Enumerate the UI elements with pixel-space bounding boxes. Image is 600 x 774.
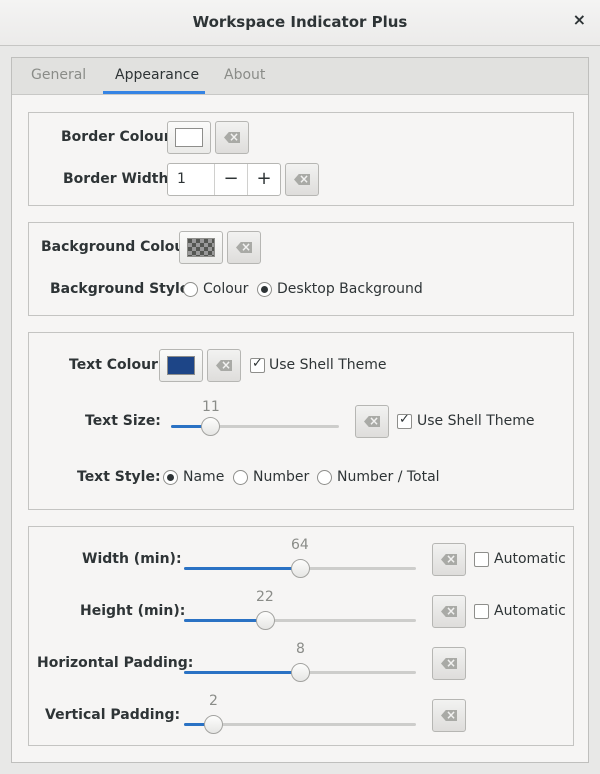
- dimensions-frame: Width (min): 64 Automatic Height (min): …: [28, 526, 574, 746]
- text-style-number-radio[interactable]: [233, 470, 248, 485]
- width-min-slider[interactable]: [184, 557, 416, 581]
- background-style-label: Background Style:: [50, 281, 195, 297]
- tab-appearance[interactable]: Appearance: [115, 67, 199, 83]
- border-width-value[interactable]: 1: [177, 171, 186, 187]
- text-style-number-total-label[interactable]: Number / Total: [337, 469, 440, 485]
- border-width-decrement-button[interactable]: −: [214, 164, 247, 195]
- height-min-value: 22: [256, 589, 274, 605]
- border-settings-frame: Border Colour: Border Width: 1 − +: [28, 112, 574, 206]
- border-colour-clear-button[interactable]: [215, 121, 249, 154]
- text-style-label: Text Style:: [77, 469, 161, 485]
- text-colour-clear-button[interactable]: [207, 349, 241, 382]
- close-icon[interactable]: ×: [573, 10, 586, 29]
- text-colour-button[interactable]: [159, 349, 203, 382]
- width-min-value: 64: [291, 537, 309, 553]
- tab-general[interactable]: General: [31, 67, 86, 83]
- horizontal-padding-slider[interactable]: [184, 661, 416, 685]
- height-min-label: Height (min):: [80, 603, 186, 619]
- border-colour-button[interactable]: [167, 121, 211, 154]
- tab-about[interactable]: About: [224, 67, 265, 83]
- border-colour-swatch: [175, 128, 203, 147]
- text-size-shell-theme-checkbox[interactable]: [397, 412, 412, 429]
- background-style-colour-radio[interactable]: [183, 282, 198, 297]
- width-automatic-label[interactable]: Automatic: [494, 551, 566, 567]
- text-colour-shell-theme-checkbox[interactable]: [250, 356, 265, 373]
- border-width-clear-button[interactable]: [285, 163, 319, 196]
- background-settings-frame: Background Colour: Background Style: Col…: [28, 222, 574, 316]
- text-size-label: Text Size:: [85, 413, 161, 429]
- edit-clear-icon: [441, 606, 457, 617]
- border-colour-label: Border Colour:: [61, 129, 177, 145]
- slider-handle[interactable]: [291, 559, 310, 578]
- vertical-padding-slider[interactable]: [184, 713, 416, 737]
- text-style-number-label[interactable]: Number: [253, 469, 309, 485]
- background-style-desktop-radio[interactable]: [257, 282, 272, 297]
- height-min-clear-button[interactable]: [432, 595, 466, 628]
- width-min-label: Width (min):: [82, 551, 182, 567]
- window-title: Workspace Indicator Plus: [192, 13, 408, 31]
- edit-clear-icon: [236, 242, 252, 253]
- text-size-clear-button[interactable]: [355, 405, 389, 438]
- vertical-padding-value: 2: [209, 693, 218, 709]
- text-size-shell-theme-label[interactable]: Use Shell Theme: [417, 413, 535, 429]
- active-tab-indicator: [103, 91, 205, 94]
- background-colour-label: Background Colour:: [41, 239, 197, 255]
- background-style-colour-label[interactable]: Colour: [203, 281, 248, 297]
- slider-handle[interactable]: [291, 663, 310, 682]
- text-size-value: 11: [202, 399, 220, 415]
- height-min-slider[interactable]: [184, 609, 416, 633]
- slider-handle[interactable]: [204, 715, 223, 734]
- border-width-spinner[interactable]: 1 − +: [167, 163, 281, 196]
- edit-clear-icon: [441, 658, 457, 669]
- text-colour-shell-theme-label[interactable]: Use Shell Theme: [269, 357, 387, 373]
- text-size-slider[interactable]: [171, 415, 339, 439]
- background-colour-button[interactable]: [179, 231, 223, 264]
- slider-handle[interactable]: [200, 417, 220, 436]
- border-width-increment-button[interactable]: +: [247, 164, 280, 195]
- edit-clear-icon: [441, 710, 457, 721]
- width-automatic-checkbox[interactable]: [474, 552, 489, 567]
- slider-handle[interactable]: [256, 611, 276, 630]
- horizontal-padding-clear-button[interactable]: [432, 647, 466, 680]
- width-min-clear-button[interactable]: [432, 543, 466, 576]
- background-colour-swatch: [187, 238, 215, 257]
- text-settings-frame: Text Colour: Use Shell Theme Text Size: …: [28, 332, 574, 510]
- border-width-label: Border Width:: [63, 171, 175, 187]
- tab-bar: General Appearance About: [12, 58, 588, 95]
- title-bar: Workspace Indicator Plus ×: [0, 0, 600, 46]
- vertical-padding-label: Vertical Padding:: [45, 707, 181, 723]
- preferences-notebook: General Appearance About Border Colour: …: [11, 57, 589, 763]
- horizontal-padding-value: 8: [296, 641, 305, 657]
- text-colour-swatch: [167, 356, 195, 375]
- background-style-desktop-label[interactable]: Desktop Background: [277, 281, 423, 297]
- text-colour-label: Text Colour:: [69, 357, 164, 373]
- slider-fill: [184, 619, 266, 622]
- text-style-name-label[interactable]: Name: [183, 469, 224, 485]
- slider-fill: [184, 567, 300, 570]
- height-automatic-checkbox[interactable]: [474, 604, 489, 619]
- slider-fill: [184, 671, 300, 674]
- edit-clear-icon: [294, 174, 310, 185]
- horizontal-padding-label: Horizontal Padding:: [37, 655, 194, 671]
- vertical-padding-clear-button[interactable]: [432, 699, 466, 732]
- background-colour-clear-button[interactable]: [227, 231, 261, 264]
- text-style-number-total-radio[interactable]: [317, 470, 332, 485]
- edit-clear-icon: [441, 554, 457, 565]
- height-automatic-label[interactable]: Automatic: [494, 603, 566, 619]
- edit-clear-icon: [364, 416, 380, 427]
- edit-clear-icon: [216, 360, 232, 371]
- text-style-name-radio[interactable]: [163, 470, 178, 485]
- edit-clear-icon: [224, 132, 240, 143]
